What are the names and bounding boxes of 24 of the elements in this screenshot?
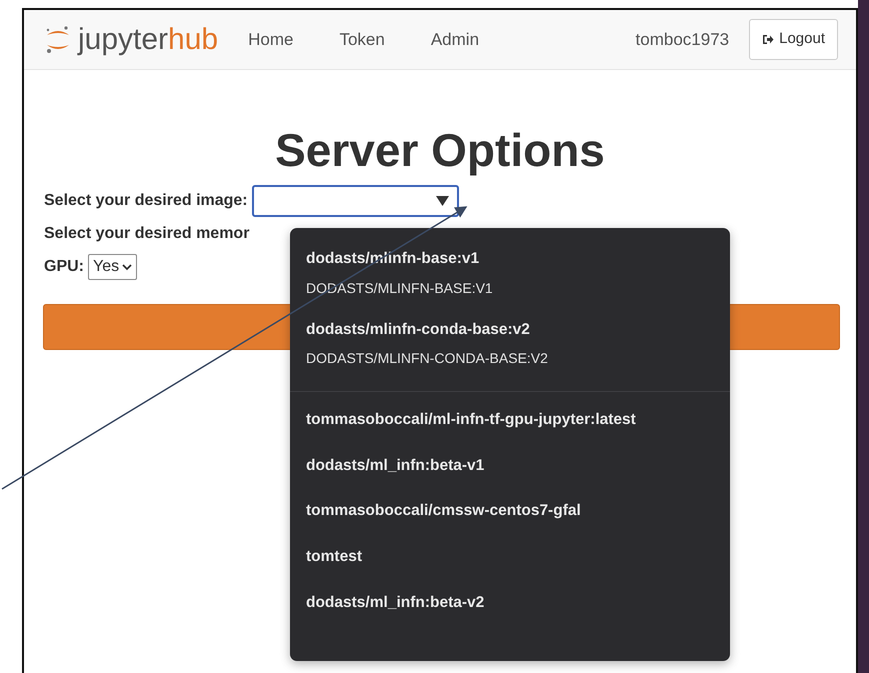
logout-button[interactable]: Logout: [749, 19, 838, 60]
option-label[interactable]: tommasoboccali/cmssw-centos7-gfal: [306, 502, 714, 521]
nav-link[interactable]: Home: [248, 26, 294, 52]
option-label[interactable]: tommasoboccali/ml-infn-tf-gpu-jupyter:latest: [306, 411, 714, 430]
image-select[interactable]: [252, 185, 459, 218]
gpu-select[interactable]: Yes: [88, 254, 138, 280]
nav-link[interactable]: Token: [339, 26, 385, 52]
logout-icon: [762, 34, 774, 45]
option-label[interactable]: dodasts/mlinfn-conda-base:v2: [306, 320, 714, 340]
dropdown-triangle-icon: [436, 196, 449, 206]
nav-link[interactable]: Admin: [430, 26, 480, 52]
jupyterhub-logo[interactable]: jupyterhub: [44, 24, 218, 54]
option-label[interactable]: dodasts/ml_infn:beta-v1: [306, 456, 714, 476]
option-description: DODASTS/MLINFN-BASE:V1: [306, 278, 494, 298]
field-label: Select your desired memor: [44, 224, 250, 244]
option-label[interactable]: dodasts/ml_infn:beta-v2: [306, 594, 714, 612]
option-description: DODASTS/MLINFN-CONDA-BASE:V2: [306, 349, 549, 368]
page-heading: Server Options: [274, 124, 606, 177]
option-label[interactable]: tomtest: [306, 548, 714, 567]
option-label[interactable]: dodasts/mlinfn-base:v1: [306, 250, 714, 269]
username: tomboc1973: [636, 28, 730, 51]
chevron-down-icon: [122, 264, 132, 271]
field-label: GPU:: [44, 257, 84, 278]
field-label: Select your desired image:: [44, 191, 248, 212]
